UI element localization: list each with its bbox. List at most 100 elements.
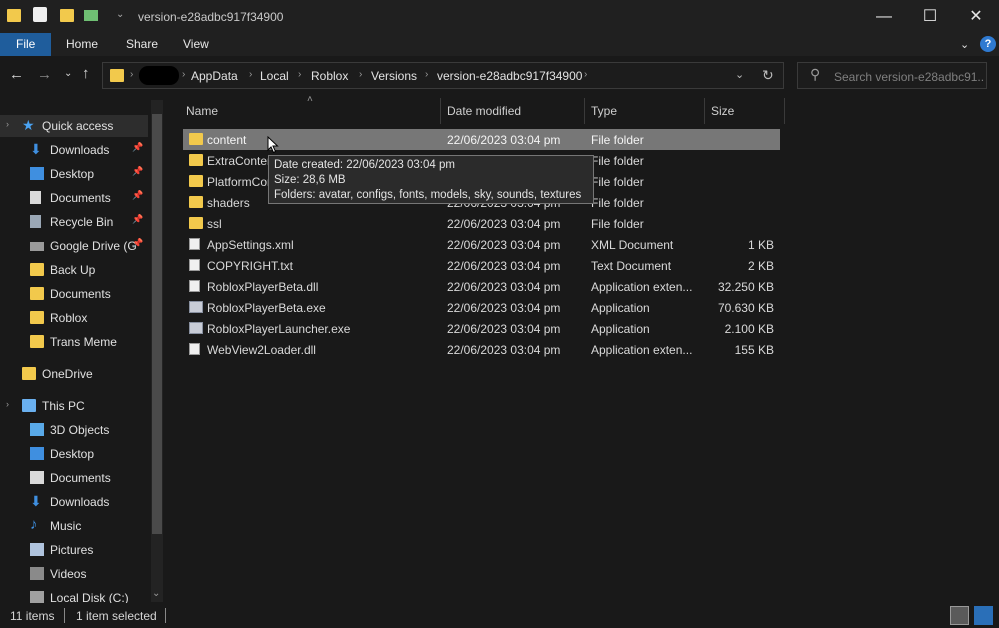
nav-quick-item[interactable]: Roblox	[0, 306, 148, 330]
address-bar[interactable]: › › AppData › Local › Roblox › Versions …	[102, 62, 784, 89]
breadcrumb-versions[interactable]: Versions	[371, 69, 417, 83]
nav-label: Desktop	[50, 447, 95, 461]
file-name: RobloxPlayerBeta.dll	[207, 280, 319, 294]
nav-scrollbar[interactable]: ⌄	[151, 100, 163, 602]
quick-access-toolbar-icon[interactable]	[84, 10, 98, 21]
tab-file[interactable]: File	[0, 33, 52, 56]
breadcrumb-separator-icon[interactable]: ›	[584, 69, 587, 80]
search-box[interactable]: ⚲	[797, 62, 987, 89]
breadcrumb-separator-icon[interactable]: ›	[130, 69, 133, 80]
customize-toolbar-chevron-icon[interactable]: ⌄	[116, 9, 124, 20]
maximize-button[interactable]: ☐	[907, 0, 953, 33]
nav-pc-item[interactable]: ⬇ Downloads	[0, 490, 148, 514]
file-row[interactable]: WebView2Loader.dll 22/06/2023 03:04 pm App…	[183, 339, 780, 360]
pin-icon: 📌	[132, 214, 144, 224]
nav-this-pc[interactable]: › This PC	[0, 394, 148, 418]
breadcrumb-separator-icon[interactable]: ›	[359, 69, 362, 80]
help-button[interactable]: ?	[980, 36, 996, 52]
details-view-icon[interactable]	[950, 606, 969, 625]
nav-pc-item[interactable]: Videos	[0, 562, 148, 586]
nav-pc-item[interactable]: 3D Objects	[0, 418, 148, 442]
breadcrumb-current-folder[interactable]: version-e28adbc917f34900	[437, 69, 582, 83]
column-header-date-modified[interactable]: Date modified	[447, 100, 521, 122]
nav-quick-item[interactable]: ⬇ Downloads 📌	[0, 138, 148, 162]
nav-scrollbar-thumb[interactable]	[152, 114, 162, 534]
nav-quick-item[interactable]: Back Up	[0, 258, 148, 282]
breadcrumb-roblox[interactable]: Roblox	[311, 69, 348, 83]
column-divider[interactable]	[584, 98, 585, 124]
breadcrumb-local[interactable]: Local	[260, 69, 289, 83]
folder-icon	[22, 367, 36, 380]
dll-file-icon	[189, 343, 200, 355]
large-icons-view-icon[interactable]	[974, 606, 993, 625]
search-input[interactable]	[832, 68, 986, 85]
nav-quick-item[interactable]: Google Drive (G 📌	[0, 234, 148, 258]
expand-chevron-icon[interactable]: ›	[6, 399, 9, 409]
minimize-button[interactable]: —	[861, 0, 907, 33]
nav-onedrive[interactable]: OneDrive	[0, 362, 148, 386]
refresh-icon[interactable]: ↻	[762, 67, 774, 84]
folder-icon	[189, 133, 203, 145]
properties-icon[interactable]	[33, 7, 47, 22]
file-row[interactable]: RobloxPlayerBeta.exe 22/06/2023 03:04 pm A…	[183, 297, 780, 318]
recent-locations-chevron-icon[interactable]: ⌄	[64, 68, 72, 79]
document-icon	[189, 259, 200, 271]
nav-quick-item[interactable]: Documents 📌	[0, 186, 148, 210]
column-divider[interactable]	[704, 98, 705, 124]
tooltip-date-created: Date created: 22/06/2023 03:04 pm	[274, 159, 455, 171]
scroll-down-chevron-icon[interactable]: ⌄	[152, 588, 160, 599]
ribbon-expand-chevron-icon[interactable]: ⌄	[960, 38, 969, 51]
recycle-bin-icon	[30, 215, 41, 228]
tab-home[interactable]: Home	[54, 33, 110, 56]
nav-label: Documents	[50, 191, 111, 205]
nav-quick-item[interactable]: Desktop 📌	[0, 162, 148, 186]
tab-view[interactable]: View	[171, 33, 221, 56]
download-arrow-icon: ⬇	[30, 493, 42, 509]
file-size: 32.250 KB	[717, 280, 774, 294]
tab-share[interactable]: Share	[114, 33, 170, 56]
close-button[interactable]: ✕	[953, 0, 999, 33]
file-date-modified: 22/06/2023 03:04 pm	[447, 259, 561, 273]
nav-pc-item[interactable]: ♪ Music	[0, 514, 148, 538]
breadcrumb-separator-icon[interactable]: ›	[298, 69, 301, 80]
file-size: 1 KB	[747, 238, 774, 252]
file-date-modified: 22/06/2023 03:04 pm	[447, 343, 561, 357]
up-arrow-icon[interactable]: ↑	[82, 65, 90, 82]
nav-quick-item[interactable]: Documents	[0, 282, 148, 306]
tooltip-size: Size: 28,6 MB	[274, 174, 346, 186]
new-folder-icon[interactable]	[60, 9, 74, 22]
document-icon	[189, 238, 200, 250]
file-row[interactable]: COPYRIGHT.txt 22/06/2023 03:04 pm Text Doc…	[183, 255, 780, 276]
nav-label: Roblox	[50, 311, 88, 325]
file-row[interactable]: ssl 22/06/2023 03:04 pm File folder	[183, 213, 780, 234]
file-row[interactable]: RobloxPlayerLauncher.exe 22/06/2023 03:04…	[183, 318, 780, 339]
breadcrumb-separator-icon[interactable]: ›	[425, 69, 428, 80]
address-history-chevron-icon[interactable]: ⌄	[735, 68, 744, 81]
file-row[interactable]: AppSettings.xml 22/06/2023 03:04 pm XML Do…	[183, 234, 780, 255]
dll-file-icon	[189, 280, 200, 292]
nav-label: Quick access	[42, 119, 114, 133]
forward-arrow-icon[interactable]: →	[37, 66, 52, 83]
column-divider[interactable]	[440, 98, 441, 124]
nav-pc-item[interactable]: Documents	[0, 466, 148, 490]
file-type: File folder	[591, 196, 644, 210]
breadcrumb-separator-icon[interactable]: ›	[249, 69, 252, 80]
file-date-modified: 22/06/2023 03:04 pm	[447, 322, 561, 336]
nav-quick-item[interactable]: Trans Meme	[0, 330, 148, 354]
music-icon: ♪	[30, 516, 38, 533]
nav-quick-item[interactable]: Recycle Bin 📌	[0, 210, 148, 234]
file-row[interactable]: RobloxPlayerBeta.dll 22/06/2023 03:04 pm A…	[183, 276, 780, 297]
nav-label: 3D Objects	[50, 423, 110, 437]
nav-pc-item[interactable]: Desktop	[0, 442, 148, 466]
breadcrumb-appdata[interactable]: AppData	[191, 69, 238, 83]
column-header-name[interactable]: Name	[186, 100, 218, 122]
expand-chevron-icon[interactable]: ›	[6, 119, 9, 129]
back-arrow-icon[interactable]: ←	[9, 66, 24, 83]
desktop-icon	[30, 447, 44, 460]
nav-quick-access[interactable]: › ★ Quick access	[0, 114, 148, 138]
column-header-size[interactable]: Size	[711, 100, 734, 122]
column-divider[interactable]	[784, 98, 785, 124]
column-header-type[interactable]: Type	[591, 100, 617, 122]
nav-pc-item[interactable]: Pictures	[0, 538, 148, 562]
breadcrumb-separator-icon[interactable]: ›	[182, 69, 185, 80]
